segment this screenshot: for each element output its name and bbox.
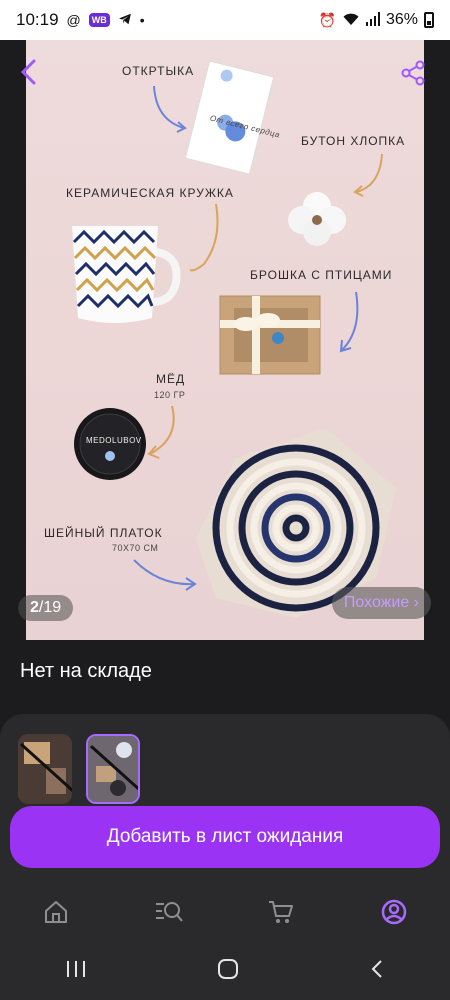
battery-percent: 36% <box>385 11 418 28</box>
status-time: 10:19 <box>16 10 59 29</box>
arrow-icon <box>189 203 219 272</box>
arrow-icon <box>353 153 383 197</box>
alarm-icon: ⏰ <box>318 12 336 28</box>
home-icon <box>45 901 68 923</box>
annotation-brooch: БРОШКА С ПТИЦАМИ <box>250 268 393 282</box>
nav-profile[interactable] <box>374 892 414 932</box>
stock-status-card: Нет на складе <box>0 640 450 706</box>
recent-apps-icon <box>67 961 85 977</box>
catalog-search-icon <box>155 902 183 922</box>
stock-status-text: Нет на складе <box>20 660 152 682</box>
back-system-button[interactable] <box>369 958 385 987</box>
annotation-honey-weight: 120 ГР <box>154 390 186 400</box>
system-navigation <box>0 944 450 1000</box>
add-to-waitlist-button[interactable]: Добавить в лист ожидания <box>10 806 440 868</box>
annotation-mug: КЕРАМИЧЕСКАЯ КРУЖКА <box>66 186 234 200</box>
variant-thumbnail-image <box>88 736 138 802</box>
back-button[interactable] <box>18 58 48 88</box>
annotation-scarf-size: 70Х70 СМ <box>112 543 159 553</box>
share-icon <box>401 60 425 86</box>
nav-cart[interactable] <box>261 892 301 932</box>
at-icon: @ <box>66 12 81 28</box>
back-icon <box>371 959 382 978</box>
arrow-icon <box>339 291 359 353</box>
nav-home[interactable] <box>36 892 76 932</box>
similar-button[interactable]: Похожие › <box>331 587 431 619</box>
variant-thumbnail[interactable] <box>18 734 72 804</box>
wb-badge: WB <box>88 13 110 27</box>
status-left: 10:19 @ WB • <box>16 10 145 30</box>
brooch-box-illustration <box>219 295 321 375</box>
home-circle-icon <box>218 958 238 979</box>
annotation-honey: МЁД <box>156 372 186 386</box>
profile-icon <box>381 899 406 925</box>
wifi-icon <box>342 12 360 28</box>
recent-apps-button[interactable] <box>65 958 87 986</box>
nav-catalog[interactable] <box>149 892 189 932</box>
dot-icon: • <box>139 12 145 28</box>
variant-thumbnail-selected[interactable] <box>86 734 140 804</box>
image-counter-total: 19 <box>43 599 62 616</box>
annotation-card: ОТКРТЫКА <box>122 64 195 78</box>
annotation-scarf: ШЕЙНЫЙ ПЛАТОК <box>44 526 163 540</box>
honey-jar-label: MEDOLUBOV <box>86 436 142 445</box>
image-counter: 2/19 <box>18 595 74 621</box>
share-button[interactable] <box>400 60 426 86</box>
status-bar: 10:19 @ WB • ⏰ 36% <box>0 0 450 40</box>
battery-icon <box>424 12 434 28</box>
home-system-button[interactable] <box>217 958 239 987</box>
product-image-gallery[interactable]: От всего сердца ОТКРТЫКА БУТОН ХЛОПКА КЕ… <box>0 40 450 640</box>
cart-icon <box>269 901 294 923</box>
status-right: ⏰ 36% <box>319 11 434 29</box>
telegram-icon <box>118 12 132 28</box>
image-counter-current: 2 <box>30 599 39 616</box>
chevron-left-icon <box>20 59 36 85</box>
signal-icon <box>365 12 380 28</box>
arrow-icon <box>153 85 187 133</box>
annotation-cotton: БУТОН ХЛОПКА <box>301 134 406 148</box>
mug-illustration <box>72 226 181 323</box>
cotton-illustration <box>288 192 346 246</box>
variant-thumbnail-image <box>18 734 72 804</box>
product-photo: От всего сердца ОТКРТЫКА БУТОН ХЛОПКА КЕ… <box>26 40 424 640</box>
bottom-navigation <box>0 880 450 944</box>
